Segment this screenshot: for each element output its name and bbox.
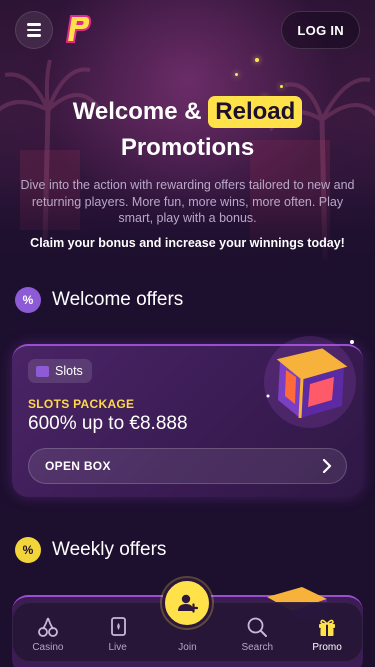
hero-claim: Claim your bonus and increase your winni… bbox=[30, 236, 345, 250]
nav-live[interactable]: Live bbox=[87, 616, 149, 653]
top-bar: LOG IN bbox=[15, 10, 360, 50]
nav-search[interactable]: Search bbox=[226, 616, 288, 653]
sparkle bbox=[235, 73, 238, 76]
open-box-button[interactable]: OPEN BOX bbox=[28, 448, 347, 484]
open-box-label: OPEN BOX bbox=[45, 459, 111, 473]
nav-promo[interactable]: Promo bbox=[296, 616, 358, 653]
mystery-box-icon bbox=[264, 336, 356, 428]
hero-description: Dive into the action with rewarding offe… bbox=[20, 178, 355, 225]
welcome-offer-card[interactable]: Slots SLOTS PACKAGE 600% up to €8.888 OP… bbox=[12, 336, 363, 497]
weekly-offers-title: Weekly offers bbox=[52, 539, 167, 560]
search-icon bbox=[245, 616, 269, 638]
chip-label: Slots bbox=[55, 364, 83, 378]
hamburger-icon-line bbox=[27, 28, 41, 32]
hamburger-icon-line bbox=[27, 23, 41, 26]
welcome-offers-header: % Welcome offers bbox=[15, 287, 183, 313]
nav-casino[interactable]: Casino bbox=[17, 616, 79, 653]
brand-logo[interactable] bbox=[65, 14, 91, 44]
title-highlight: Reload bbox=[208, 96, 303, 128]
cards-icon bbox=[106, 616, 130, 638]
nav-label: Search bbox=[241, 642, 274, 653]
slots-icon bbox=[36, 365, 49, 377]
hamburger-icon-line bbox=[27, 34, 41, 37]
sparkle bbox=[280, 85, 283, 88]
welcome-offers-title: Welcome offers bbox=[52, 289, 184, 310]
login-button[interactable]: LOG IN bbox=[281, 11, 360, 49]
title-prefix: Welcome & bbox=[72, 98, 202, 125]
add-user-icon bbox=[178, 594, 198, 613]
slots-chip: Slots bbox=[28, 359, 92, 383]
nav-label: Live bbox=[108, 642, 127, 653]
sparkle bbox=[255, 58, 259, 62]
package-amount: 600% up to €8.888 bbox=[28, 413, 188, 434]
menu-button[interactable] bbox=[15, 11, 53, 49]
percent-icon: % bbox=[15, 537, 41, 563]
nav-label: Join bbox=[178, 642, 197, 653]
chevron-right-icon bbox=[322, 459, 332, 473]
nav-label: Casino bbox=[32, 642, 64, 653]
gift-icon bbox=[315, 616, 339, 638]
nav-label: Promo bbox=[312, 642, 342, 653]
page-title: Welcome & Reload Promotions bbox=[0, 94, 375, 166]
title-suffix: Promotions bbox=[120, 134, 255, 161]
cherries-icon bbox=[36, 616, 60, 638]
weekly-offers-header: % Weekly offers bbox=[15, 537, 166, 563]
percent-icon: % bbox=[15, 287, 41, 313]
logo-icon bbox=[65, 15, 91, 43]
package-label: SLOTS PACKAGE bbox=[28, 397, 135, 411]
join-button[interactable] bbox=[162, 578, 212, 628]
